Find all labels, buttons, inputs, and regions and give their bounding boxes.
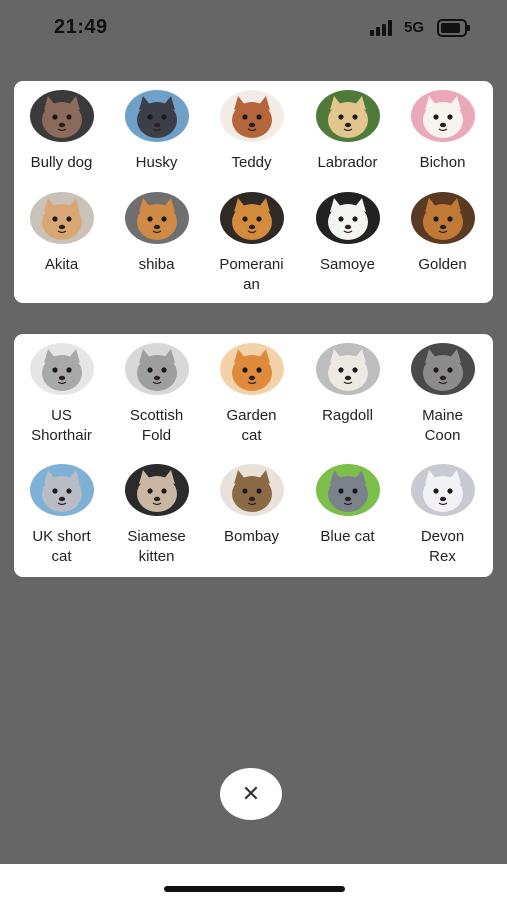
pet-item[interactable]: Bully dog [14, 90, 109, 173]
scottish-fold-photo [124, 343, 189, 395]
pet-label: shiba [138, 256, 175, 273]
pet-item[interactable]: Devon Rex [395, 464, 490, 567]
pet-label: Labrador [317, 154, 378, 171]
pet-item[interactable]: Ragdoll [300, 343, 395, 426]
home-indicator [164, 886, 345, 892]
devon-rex-photo [410, 464, 475, 516]
golden-retriever-photo [410, 192, 475, 244]
pet-label: Akita [44, 256, 79, 273]
pet-item[interactable]: Samoye [300, 192, 395, 275]
bichon-photo [410, 90, 475, 142]
pet-label: Scottish Fold [129, 407, 184, 444]
pet-label: Siamese kitten [127, 528, 186, 565]
pet-item[interactable]: Labrador [300, 90, 395, 173]
pomeranian-photo [219, 192, 284, 244]
pet-label: UK short cat [32, 528, 91, 565]
status-time: 21:49 [54, 16, 108, 38]
pet-label: Teddy [231, 154, 272, 171]
signal-icon [370, 20, 392, 36]
teddy-photo [219, 90, 284, 142]
pet-label: Samoye [319, 256, 376, 273]
status-bar: 21:49 5G [0, 0, 507, 58]
dog-breed-panel: Bully dog Husky Teddy Labrador Bichon Akita sh… [14, 81, 493, 303]
pet-item[interactable]: Maine Coon [395, 343, 490, 446]
uk-shorthair-photo [29, 464, 94, 516]
bombay-photo [219, 464, 284, 516]
pet-item[interactable]: Pomerani an [204, 192, 299, 295]
pet-item[interactable]: Akita [14, 192, 109, 275]
pet-label: Bully dog [30, 154, 93, 171]
pet-label: US Shorthair [31, 407, 92, 444]
battery-icon [437, 19, 470, 37]
pet-label: Bichon [419, 154, 466, 171]
ragdoll-photo [315, 343, 380, 395]
labrador-photo [315, 90, 380, 142]
bully-dog-photo [29, 90, 94, 142]
akita-photo [29, 192, 94, 244]
pet-label: Maine Coon [422, 407, 463, 444]
pet-label: Ragdoll [322, 407, 373, 424]
garden-cat-photo [219, 343, 284, 395]
blue-cat-photo [315, 464, 380, 516]
pet-label: Blue cat [320, 528, 375, 545]
pet-item[interactable]: Garden cat [204, 343, 299, 446]
pet-item[interactable]: Teddy [204, 90, 299, 173]
pet-item[interactable]: Blue cat [300, 464, 395, 547]
pet-item[interactable]: US Shorthair [14, 343, 109, 446]
pet-label: Golden [418, 256, 467, 273]
pet-label: Garden cat [226, 407, 277, 444]
pet-item[interactable]: Siamese kitten [109, 464, 204, 567]
samoyed-photo [315, 192, 380, 244]
pet-item[interactable]: Scottish Fold [109, 343, 204, 446]
network-type: 5G [404, 19, 425, 36]
close-button[interactable]: ✕ [220, 768, 282, 820]
pet-item[interactable]: Bichon [395, 90, 490, 173]
pet-item[interactable]: shiba [109, 192, 204, 275]
pet-item[interactable]: Bombay [204, 464, 299, 547]
husky-photo [124, 90, 189, 142]
cat-breed-panel: US Shorthair Scottish Fold Garden cat Ragdo… [14, 334, 493, 577]
siamese-kitten-photo [124, 464, 189, 516]
close-icon: ✕ [241, 781, 261, 806]
bottom-bar [0, 864, 507, 900]
pet-label: Pomerani an [219, 256, 284, 293]
maine-coon-photo [410, 343, 475, 395]
pet-item[interactable]: Golden [395, 192, 490, 275]
shiba-photo [124, 192, 189, 244]
pet-item[interactable]: Husky [109, 90, 204, 173]
us-shorthair-photo [29, 343, 94, 395]
pet-label: Bombay [223, 528, 280, 545]
pet-item[interactable]: UK short cat [14, 464, 109, 567]
pet-label: Devon Rex [420, 528, 465, 565]
pet-label: Husky [135, 154, 178, 171]
